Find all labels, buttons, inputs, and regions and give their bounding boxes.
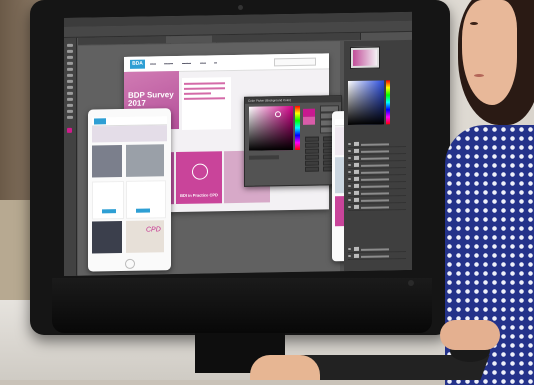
- nav-item: ▬▬: [200, 60, 206, 65]
- pen-tool-icon: [67, 97, 73, 101]
- doc-tab: [256, 33, 307, 42]
- shape-tool-icon: [67, 109, 73, 113]
- doc-tab: [78, 36, 125, 45]
- eye-icon: [348, 156, 351, 160]
- nav-item: ▬: [214, 60, 217, 65]
- type-tool-icon: [67, 103, 73, 107]
- eye-icon: [348, 254, 351, 258]
- nav-item: ▬▬: [150, 61, 156, 66]
- eye-icon: [348, 205, 351, 209]
- h-field: [305, 136, 319, 142]
- tablet-card: [126, 180, 166, 219]
- eye-icon: [348, 142, 351, 146]
- b-channel-field: [305, 166, 319, 172]
- color-picker-dialog: Color Picker (Background Color): [244, 95, 342, 187]
- monitor-screen: Ps File Edit Image Layer Type Select Fil…: [64, 11, 412, 277]
- new-color-swatch: [303, 108, 315, 117]
- brush-tool-icon: [67, 73, 73, 77]
- lasso-tool-icon: [67, 55, 73, 59]
- eye-icon: [348, 191, 351, 195]
- marquee-tool-icon: [67, 49, 73, 53]
- news-card: [182, 77, 231, 130]
- nav-item: ▬▬▬: [164, 61, 173, 66]
- eye-icon: [348, 198, 351, 202]
- tablet-photo: [126, 220, 164, 253]
- webcam: [238, 5, 243, 10]
- artboard-tablet: CPD: [88, 108, 171, 272]
- current-color-swatch: [303, 116, 315, 125]
- tile: BDI in Practice CPD: [176, 151, 222, 205]
- foreground-color-swatch: [67, 127, 72, 133]
- tablet-card: [92, 180, 124, 220]
- person-hand-on-mouse: [440, 320, 500, 350]
- tablet-cpd-text: CPD: [146, 226, 161, 234]
- tablet-photo: [92, 220, 122, 254]
- site-search-input: [274, 57, 316, 67]
- tablet-home-button: [125, 258, 135, 269]
- monitor-power-button: [408, 280, 414, 286]
- doc-tab: [120, 36, 171, 45]
- color-panel-hue: [386, 80, 390, 125]
- eye-icon: [348, 149, 351, 153]
- hex-field: [249, 155, 279, 160]
- tablet-photo: [92, 144, 122, 178]
- eye-icon: [348, 184, 351, 188]
- eye-icon: [348, 177, 351, 181]
- layer-row: [348, 252, 406, 261]
- right-panels: [344, 39, 412, 272]
- tile-label: BDI in Practice CPD: [180, 192, 218, 198]
- color-panel-field: [348, 80, 384, 126]
- eraser-tool-icon: [67, 85, 73, 89]
- tablet-hero: [92, 125, 167, 143]
- tablet-logo: [94, 118, 106, 125]
- navigator-preview: [353, 49, 377, 66]
- eye-icon: [348, 247, 351, 251]
- gradient-tool-icon: [67, 91, 73, 95]
- person-eye: [470, 22, 478, 25]
- b-field: [305, 148, 319, 154]
- doc-tab: [212, 34, 261, 43]
- tablet-photo: [126, 144, 164, 177]
- crop-tool-icon: [67, 61, 73, 65]
- stamp-tool-icon: [67, 79, 73, 83]
- tools-panel: [64, 37, 77, 276]
- site-logo: BDA: [130, 59, 145, 69]
- eyedropper-tool-icon: [67, 67, 73, 71]
- g-field: [305, 160, 319, 166]
- r-field: [305, 154, 319, 160]
- tablet-card-button: [136, 208, 150, 213]
- nav-item: ▬▬▬: [182, 60, 191, 65]
- document-icon: [192, 163, 208, 180]
- eye-icon: [348, 170, 351, 174]
- doc-tab-active: [166, 35, 217, 44]
- s-field: [305, 142, 319, 148]
- layer-row: [348, 203, 406, 212]
- eye-icon: [348, 163, 351, 167]
- color-picker-title: Color Picker (Background Color): [245, 96, 341, 104]
- site-header: BDA ▬▬ ▬▬▬ ▬▬▬ ▬▬ ▬: [124, 53, 329, 73]
- doc-tab: [302, 32, 361, 41]
- hand-tool-icon: [67, 115, 73, 119]
- tablet-card-button: [102, 209, 116, 214]
- navigator-thumbnail: [350, 46, 380, 70]
- person-mouth: [474, 74, 484, 77]
- move-tool-icon: [67, 43, 73, 47]
- hue-slider: [295, 105, 300, 150]
- monitor-chin: [52, 278, 432, 333]
- hero-title: BDP Survey 2017: [128, 90, 174, 108]
- color-field: [249, 106, 293, 151]
- person-hand-on-keyboard: [250, 355, 320, 380]
